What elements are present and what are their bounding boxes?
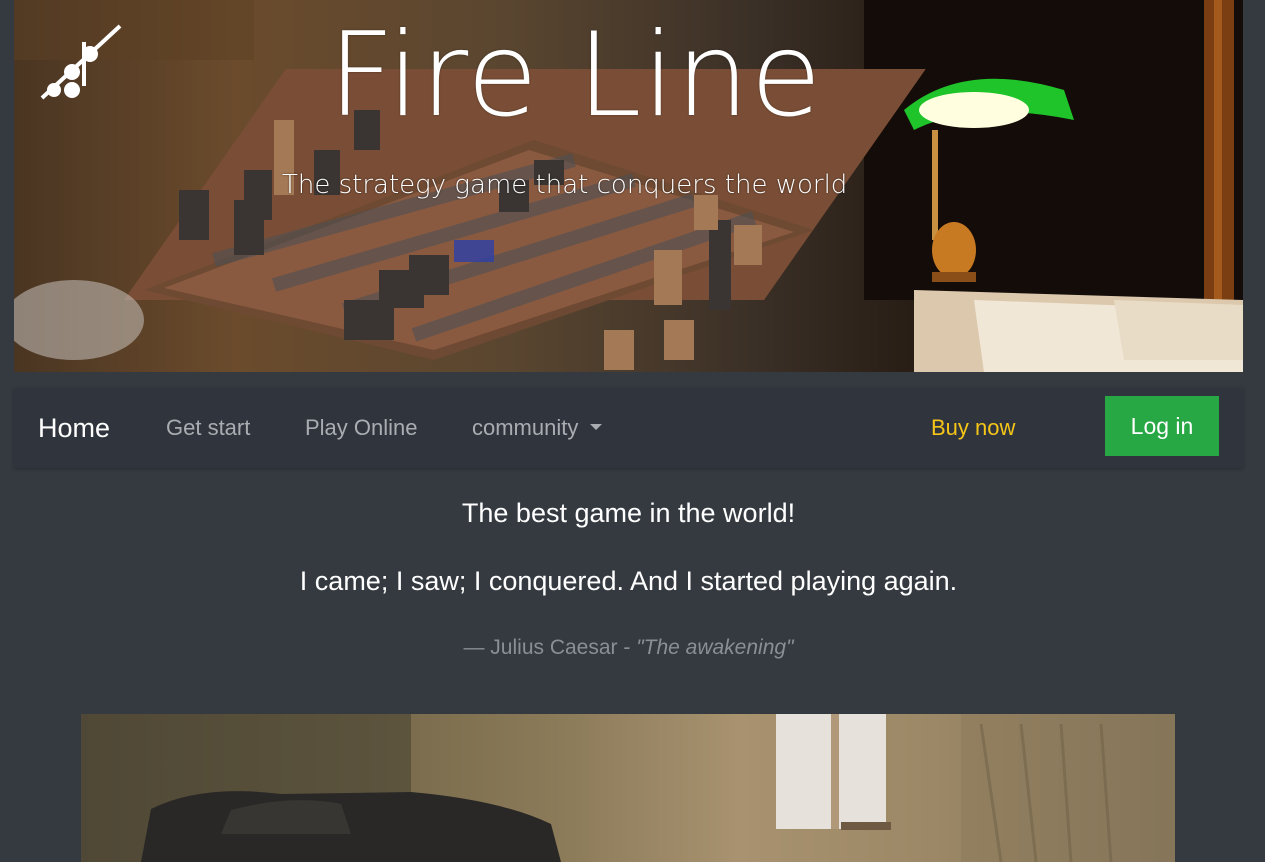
nav-item-community-label: community: [472, 415, 579, 440]
quote-footer: — Julius Caesar - "The awakening": [0, 636, 1257, 660]
login-button[interactable]: Log in: [1105, 396, 1219, 456]
quote-text: I came; I saw; I conquered. And I starte…: [299, 566, 958, 596]
main-navbar: Home Get start Play Online community Buy…: [14, 388, 1243, 468]
buy-now-link[interactable]: Buy now: [931, 388, 1015, 468]
quote-heading: The best game in the world!: [461, 498, 796, 528]
page: Fire Line The strategy game that conquer…: [0, 0, 1265, 862]
quote-source: "The awakening": [636, 636, 794, 659]
bottom-room-image: [81, 714, 1175, 862]
nav-item-play-online[interactable]: Play Online: [305, 388, 418, 468]
hero-banner: Fire Line The strategy game that conquer…: [14, 0, 1243, 372]
quote-author: — Julius Caesar -: [463, 636, 637, 659]
nav-item-community-dropdown[interactable]: community: [472, 388, 603, 468]
hero-subtitle: The strategy game that conquers the worl…: [282, 170, 848, 200]
nav-item-get-start[interactable]: Get start: [166, 388, 250, 468]
caret-down-icon: [590, 424, 603, 431]
blurred-room-photo: [81, 714, 1175, 862]
fire-line-logo-icon[interactable]: [38, 22, 124, 104]
nav-item-home[interactable]: Home: [38, 388, 110, 468]
hero-title: Fire Line: [328, 8, 823, 143]
